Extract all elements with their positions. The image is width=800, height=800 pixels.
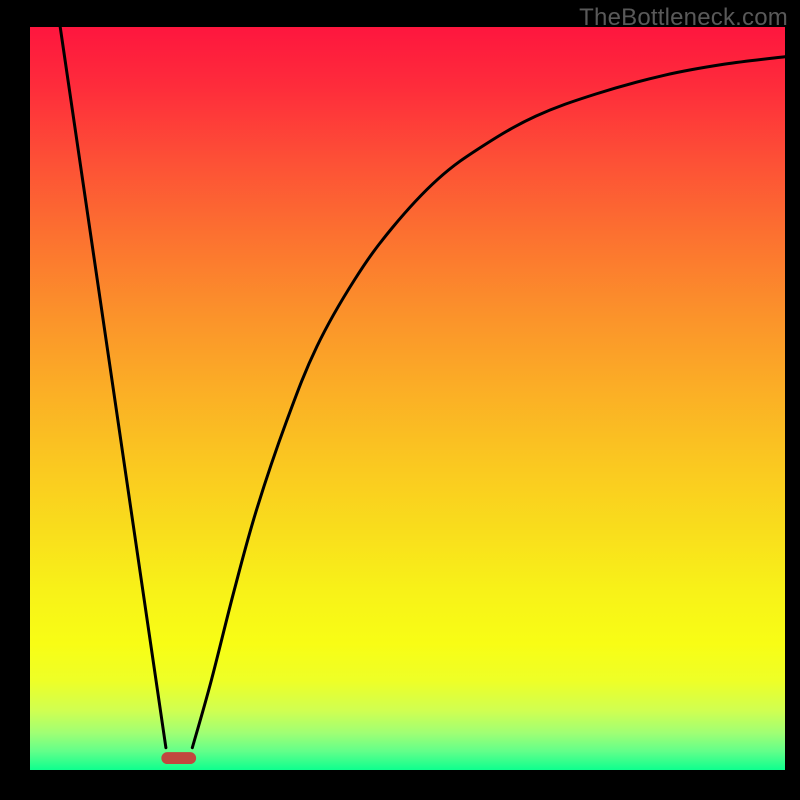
plot-area: [30, 27, 785, 770]
vertex-marker: [161, 752, 196, 764]
chart-container: TheBottleneck.com: [0, 0, 800, 800]
chart-svg: [0, 0, 800, 800]
watermark-text: TheBottleneck.com: [579, 4, 788, 32]
